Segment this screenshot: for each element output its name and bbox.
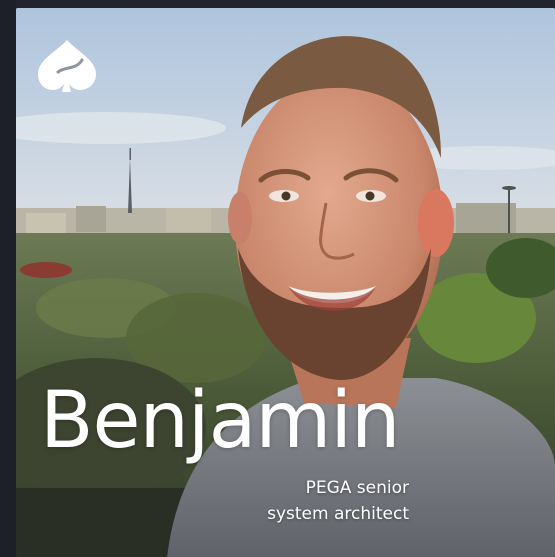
spade-icon [38,40,96,92]
profile-role: PEGA senior system architect [267,475,409,527]
window-left-edge [0,0,16,557]
role-line-2: system architect [267,504,409,524]
profile-card: Benjamin PEGA senior system architect [16,8,555,557]
profile-name: Benjamin [40,376,400,466]
role-line-1: PEGA senior [305,478,409,498]
window-top-edge [0,0,555,8]
